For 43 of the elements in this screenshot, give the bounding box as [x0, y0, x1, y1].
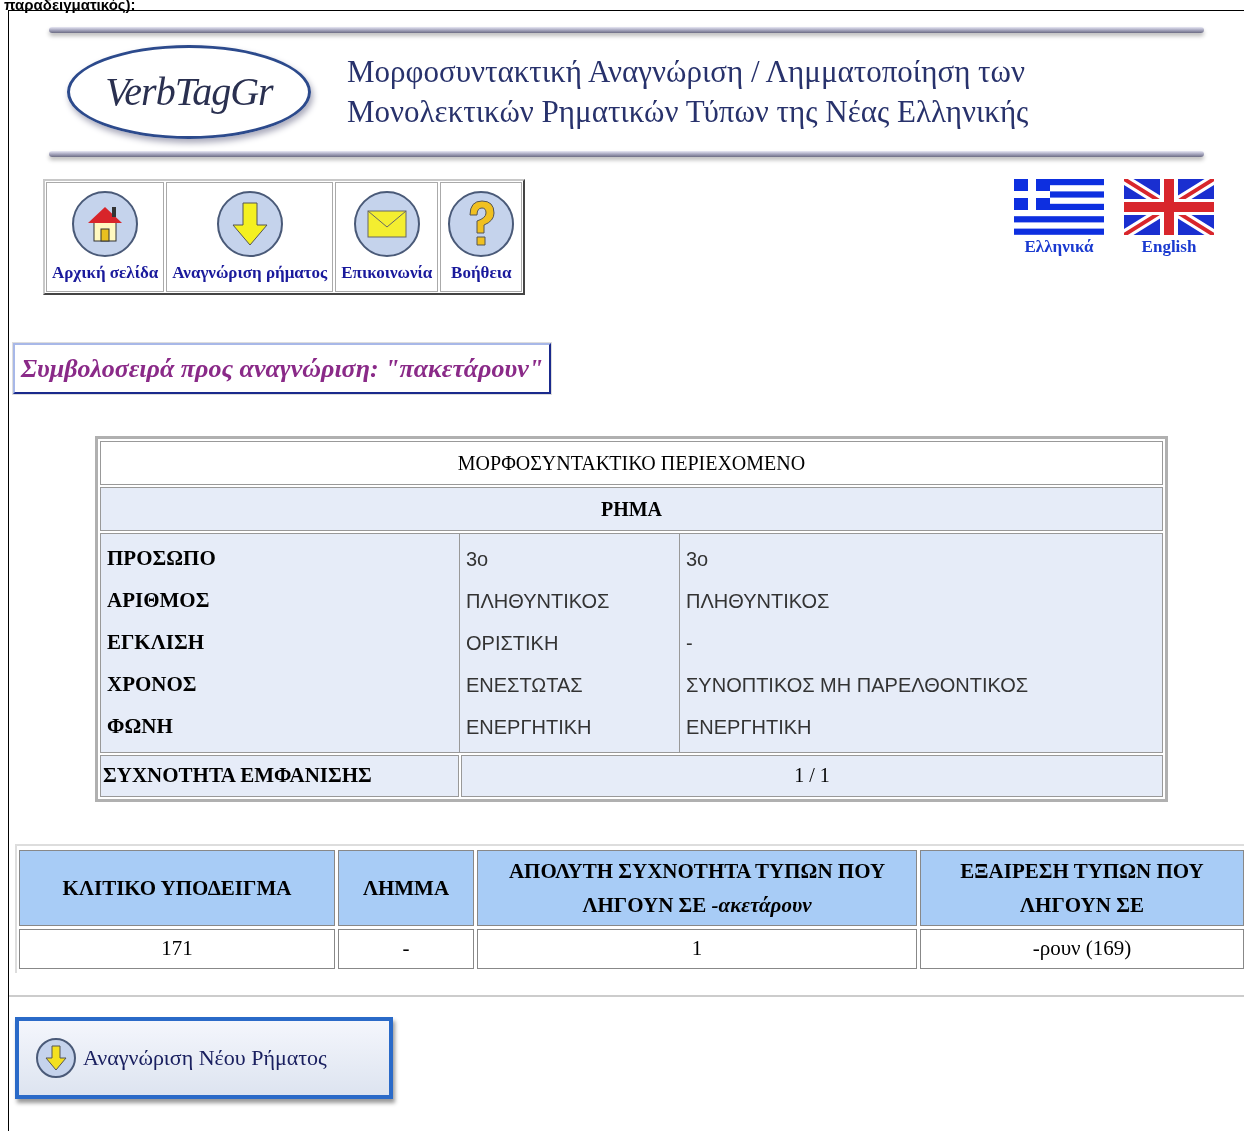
table-cell-text: 3ο — [685, 547, 710, 572]
table-cell: 171 — [19, 928, 335, 969]
new-verb-button[interactable]: Αναγνώριση Νέου Ρήματος — [15, 1016, 393, 1099]
site-title-line: Μορφοσυντακτική Αναγνώριση / Λημματοποίηση των — [347, 53, 1026, 91]
query-heading: Συμβολοσειρά προς αναγνώριση: "πακετάρουν" — [13, 343, 552, 394]
table-cell-text: 3ο — [465, 547, 490, 572]
row-label: ΕΓΚΛΙΣΗ — [106, 629, 205, 657]
table-cell-text: ΕΝΕΡΓΗΤΙΚΗ — [465, 715, 593, 740]
row-label: ΦΩΝΗ — [106, 713, 174, 741]
language-link[interactable]: Ελληνικά — [1014, 179, 1104, 295]
row-label: ΑΡΙΘΜΟΣ — [106, 587, 211, 615]
table-subtitle: ΡΗΜΑ — [100, 487, 1163, 531]
table-cell: 1 / 1 — [461, 755, 1163, 797]
table-cell-text: ΠΛΗΘΥΝΤΙΚΟΣ — [465, 589, 611, 614]
table-cell: -ρουν (169) — [920, 928, 1244, 969]
column-header: ΚΛΙΤΙΚΟ ΥΠΟΔΕΙΓΜΑ — [19, 849, 335, 926]
table-cell-text: - — [685, 631, 694, 656]
row-label: ΠΡΟΣΩΠΟ — [106, 545, 217, 573]
nav-link[interactable]: Βοήθεια — [440, 182, 523, 292]
site-title-line: Μονολεκτικών Ρηματικών Τύπων της Νέας Ελληνικής — [347, 93, 1029, 131]
envelope-icon — [351, 189, 422, 259]
question-icon — [446, 189, 517, 259]
table-cell-text: ΟΡΙΣΤΙΚΗ — [465, 631, 560, 656]
nav-link[interactable]: Αρχική σελίδα — [46, 182, 165, 292]
column-header: ΑΠΟΛΥΤΗ ΣΥΧΝΟΤΗΤΑ ΤΥΠΩΝ ΠΟΥ ΛΗΓΟΥΝ ΣΕ -ακετάρουν — [477, 849, 917, 926]
british-flag-icon — [1124, 179, 1214, 235]
table-cell-text: ΠΛΗΘΥΝΤΙΚΟΣ — [685, 589, 831, 614]
row-label: ΣΥΧΝΟΤΗΤΑ ΕΜΦΑΝΙΣΗΣ — [100, 755, 459, 797]
language-link[interactable]: English — [1124, 179, 1214, 295]
greek-flag-icon — [1014, 179, 1104, 235]
table-cell-text: ΕΝΕΡΓΗΤΙΚΗ — [685, 715, 813, 740]
row-label: ΧΡΟΝΟΣ — [106, 671, 198, 699]
table-cell-text: ΕΝΕΣΤΩΤΑΣ — [465, 673, 584, 698]
house-icon — [70, 189, 141, 259]
column-header: ΛΗΜΜΑ — [338, 849, 474, 926]
table-cell-text: ΣΥΝΟΠΤΙΚΟΣ ΜΗ ΠΑΡΕΛΘΟΝΤΙΚΟΣ — [685, 673, 1030, 698]
column-header: ΕΞΑΙΡΕΣΗ ΤΥΠΩΝ ΠΟΥ ΛΗΓΟΥΝ ΣΕ — [920, 849, 1244, 926]
logo: VerbTagGr — [67, 45, 311, 139]
table-cell: 1 — [477, 928, 917, 969]
nav-link[interactable]: Επικοινωνία — [335, 182, 439, 292]
table-cell: - — [338, 928, 474, 969]
table-title: ΜΟΡΦΟΣΥΝΤΑΚΤΙΚΟ ΠΕΡΙΕΧΟΜΕΝΟ — [100, 441, 1163, 485]
nav-link[interactable]: Αναγνώριση ρήματος — [166, 182, 334, 292]
